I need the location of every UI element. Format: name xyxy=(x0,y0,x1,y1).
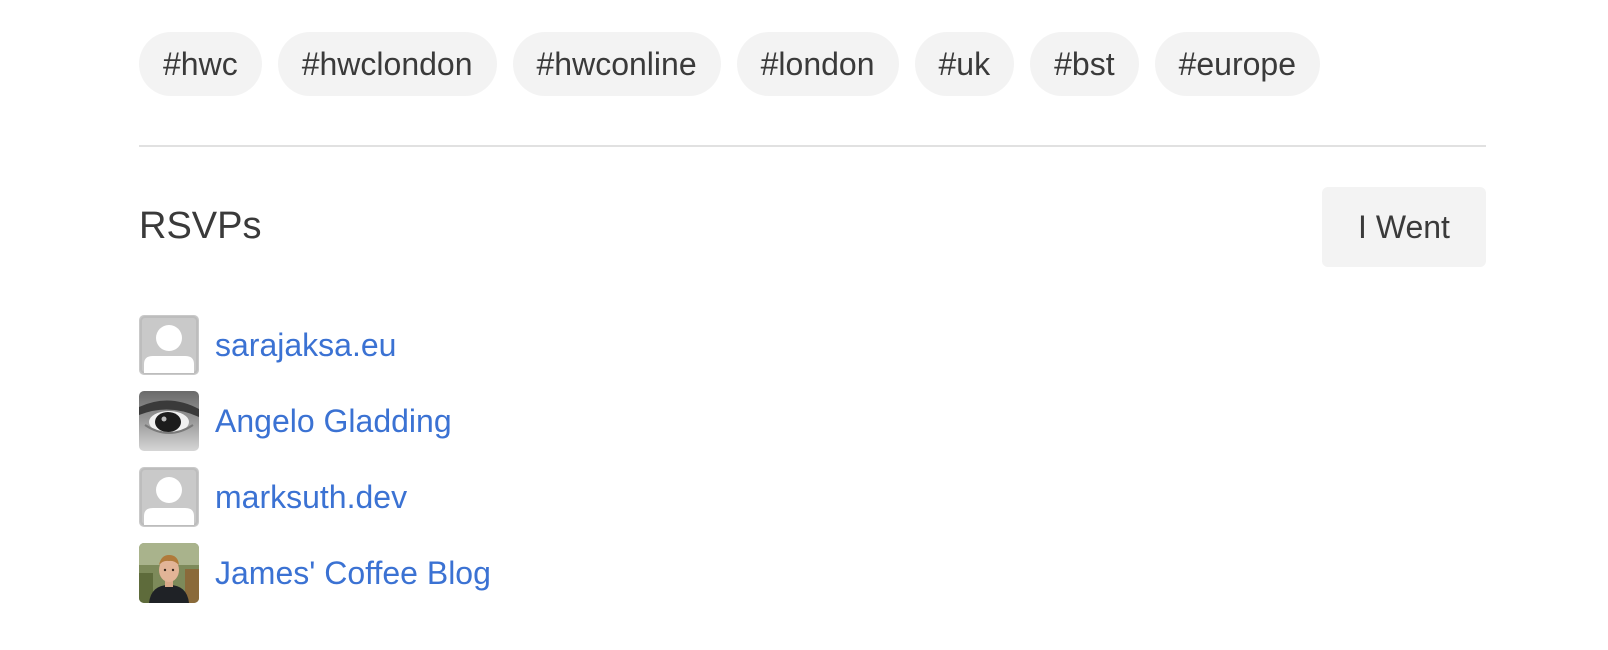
event-page-section: #hwc #hwclondon #hwconline #london #uk #… xyxy=(0,0,1608,650)
rsvps-heading: RSVPs xyxy=(139,205,262,247)
tag-hwconline[interactable]: #hwconline xyxy=(512,32,721,96)
tag-hwc[interactable]: #hwc xyxy=(139,32,262,96)
eye-photo-avatar[interactable] xyxy=(139,391,199,451)
tag-europe[interactable]: #europe xyxy=(1154,32,1321,96)
rsvp-item: marksuth.dev xyxy=(139,467,491,527)
i-went-button[interactable]: I Went xyxy=(1322,187,1486,267)
rsvp-link[interactable]: Angelo Gladding xyxy=(215,403,452,440)
tag-list: #hwc #hwclondon #hwconline #london #uk #… xyxy=(139,32,1321,96)
tag-uk[interactable]: #uk xyxy=(914,32,1015,96)
rsvp-item: sarajaksa.eu xyxy=(139,315,491,375)
rsvp-link[interactable]: marksuth.dev xyxy=(215,479,407,516)
tag-hwclondon[interactable]: #hwclondon xyxy=(277,32,497,96)
tag-london[interactable]: #london xyxy=(736,32,899,96)
rsvp-link[interactable]: sarajaksa.eu xyxy=(215,327,396,364)
default-user-icon[interactable] xyxy=(139,467,199,527)
section-divider xyxy=(139,145,1486,147)
rsvp-item: Angelo Gladding xyxy=(139,391,491,451)
rsvp-item: James' Coffee Blog xyxy=(139,543,491,603)
person-photo-avatar[interactable] xyxy=(139,543,199,603)
tag-bst[interactable]: #bst xyxy=(1030,32,1139,96)
rsvp-list: sarajaksa.eu Angelo Gladding marksuth.de… xyxy=(139,315,491,619)
default-user-icon[interactable] xyxy=(139,315,199,375)
rsvp-link[interactable]: James' Coffee Blog xyxy=(215,555,491,592)
